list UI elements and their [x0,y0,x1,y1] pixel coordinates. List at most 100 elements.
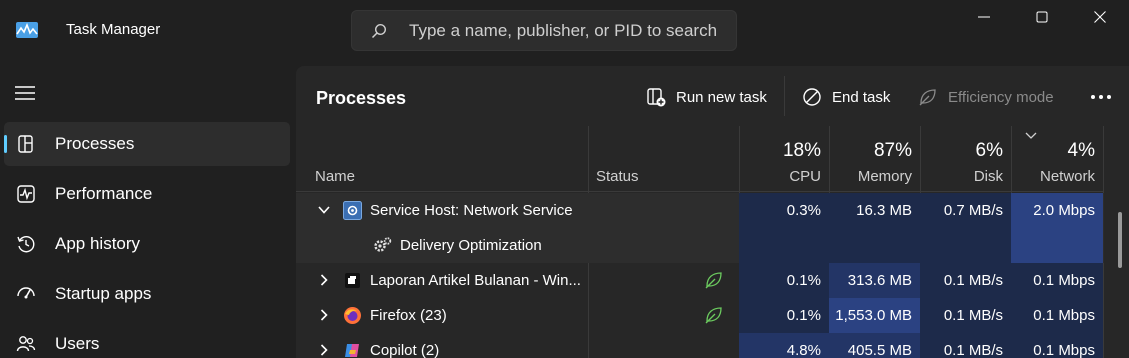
toolbar-separator [784,76,785,116]
more-options-button[interactable] [1086,82,1116,112]
maximize-button[interactable] [1013,0,1071,34]
end-task-label: End task [832,88,891,106]
process-name: Firefox (23) [370,307,447,324]
column-label-disk: Disk [973,168,1003,185]
cpu-cell: 0.1% [739,298,829,333]
process-name: Delivery Optimization [400,237,542,254]
minimize-button[interactable] [955,0,1013,34]
efficiency-mode-button[interactable]: Efficiency mode [918,82,1054,112]
active-indicator [4,135,7,153]
gears-icon [374,237,392,252]
vertical-scrollbar[interactable] [1118,212,1122,268]
chevron-right-icon[interactable] [318,309,330,321]
network-total: 4% [1067,140,1095,161]
sidebar-item-label: Users [55,334,100,353]
network-cell [1011,228,1103,263]
sort-chevron-icon [1025,132,1037,139]
memory-total: 87% [873,140,912,161]
cpu-total: 18% [782,140,821,161]
chevron-right-icon[interactable] [318,274,330,286]
sidebar-item-processes[interactable]: Processes [4,122,290,166]
efficiency-leaf-icon [705,307,722,324]
page-title: Processes [316,88,407,108]
memory-cell: 1,553.0 MB [829,298,920,333]
processes-icon [18,135,33,153]
process-name: Laporan Artikel Bulanan - Win... [370,272,581,289]
network-cell: 0.1 Mbps [1011,298,1103,333]
column-label-status: Status [596,168,639,185]
network-cell: 0.1 Mbps [1011,333,1103,358]
disk-cell: 0.7 MB/s [920,193,1011,228]
chevron-down-icon[interactable] [318,204,330,216]
more-icon [1091,95,1111,99]
table-row[interactable]: Copilot (2) 4.8% 405.5 MB 0.1 MB/s 0.1 M… [296,333,1104,358]
hamburger-menu-icon[interactable] [14,84,36,102]
memory-cell: 405.5 MB [829,333,920,358]
column-header-memory[interactable]: 87% Memory [829,126,920,192]
memory-cell [829,228,920,263]
network-cell: 2.0 Mbps [1011,193,1103,228]
end-task-icon [803,88,821,106]
firefox-icon [344,307,361,324]
column-label-cpu: CPU [789,168,821,185]
sidebar-item-label: Startup apps [55,284,152,303]
leaf-icon [919,89,936,106]
column-header-disk[interactable]: 6% Disk [920,126,1011,192]
app-title: Task Manager [66,21,161,38]
performance-icon [17,185,35,203]
service-host-icon [343,201,362,220]
column-label-network: Network [1039,168,1095,185]
sidebar-item-label: App history [55,234,141,253]
column-header-status[interactable]: Status [588,126,739,192]
startup-icon [17,287,35,299]
disk-cell: 0.1 MB/s [920,263,1011,298]
chevron-right-icon[interactable] [318,344,330,356]
cpu-cell [739,228,829,263]
cpu-cell: 0.3% [739,193,829,228]
run-task-icon [647,88,666,107]
sidebar-item-performance[interactable]: Performance [4,172,290,216]
copilot-icon [345,344,359,357]
column-label-name: Name [315,168,356,185]
column-header-name[interactable]: Name [296,126,588,192]
disk-cell: 0.1 MB/s [920,298,1011,333]
close-icon [1094,11,1106,23]
title-bar: Task Manager [0,0,1129,60]
sidebar-item-label: Performance [55,184,153,203]
sidebar-item-app-history[interactable]: App history [4,222,290,266]
efficiency-leaf-icon [705,272,722,289]
table-row[interactable]: Delivery Optimization [296,228,1104,263]
disk-cell [920,228,1011,263]
network-cell: 0.1 Mbps [1011,263,1103,298]
close-button[interactable] [1071,0,1129,34]
column-label-memory: Memory [857,168,912,185]
sidebar-item-label: Processes [55,134,135,153]
main-panel: Processes Run new task End task Efficien… [296,66,1129,358]
run-new-task-label: Run new task [676,88,767,106]
history-icon [17,236,35,253]
disk-cell: 0.1 MB/s [920,333,1011,358]
users-icon [16,336,36,352]
end-task-button[interactable]: End task [802,82,890,112]
table-row[interactable]: Service Host: Network Service 0.3% 16.3 … [296,193,1104,228]
search-icon [371,23,387,39]
table-row[interactable]: Firefox (23) 0.1% 1,553.0 MB 0.1 MB/s 0.… [296,298,1104,333]
run-new-task-button[interactable]: Run new task [646,82,767,112]
maximize-icon [1036,11,1048,23]
task-manager-logo-icon [16,22,38,38]
cpu-cell: 0.1% [739,263,829,298]
app-icon [345,273,360,288]
process-name: Service Host: Network Service [370,202,573,219]
column-header-cpu[interactable]: 18% CPU [739,126,829,192]
sidebar-item-startup-apps[interactable]: Startup apps [4,272,290,316]
sidebar-item-users[interactable]: Users [4,322,290,358]
efficiency-mode-label: Efficiency mode [948,88,1054,106]
memory-cell: 16.3 MB [829,193,920,228]
search-input[interactable] [409,19,729,43]
search-box[interactable] [351,10,737,51]
minimize-icon [978,16,990,18]
table-row[interactable]: Laporan Artikel Bulanan - Win... 0.1% 31… [296,263,1104,298]
process-name: Copilot (2) [370,342,440,358]
memory-cell: 313.6 MB [829,263,920,298]
column-header-network[interactable]: 4% Network [1011,126,1103,192]
